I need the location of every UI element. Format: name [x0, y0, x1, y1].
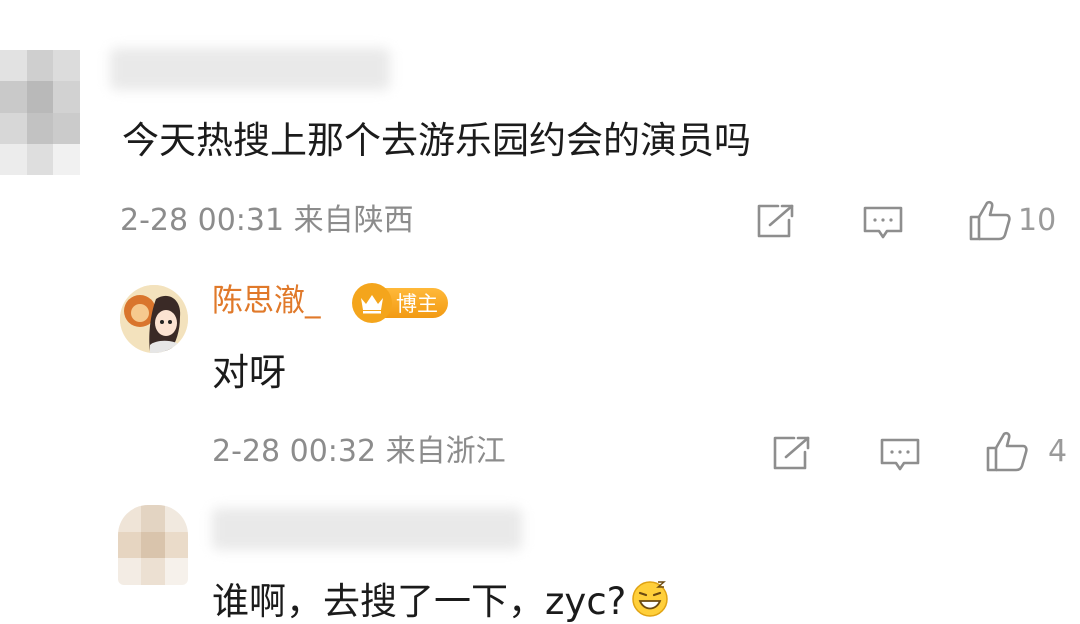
share-icon[interactable] — [772, 435, 812, 471]
username[interactable]: 陈思澈_ — [212, 286, 321, 317]
comment-text: 对呀 — [212, 351, 286, 394]
avatar[interactable] — [120, 285, 188, 353]
comment-icon[interactable] — [862, 205, 904, 241]
like-count: 4 — [1048, 434, 1068, 469]
comment-meta: 2-28 00:31 来自陕西 — [120, 203, 414, 238]
blogger-badge: 博主 — [352, 283, 448, 323]
comment-text: 今天热搜上那个去游乐园约会的演员吗 — [122, 119, 751, 162]
avatar-blurred[interactable] — [118, 505, 188, 585]
crown-icon — [352, 283, 392, 323]
like-count: 10 — [1018, 203, 1057, 238]
thumbs-up-icon[interactable] — [985, 429, 1029, 473]
grin-emoji-icon — [630, 578, 670, 624]
thumbs-up-icon[interactable] — [968, 198, 1012, 242]
comment-meta: 2-28 00:32 来自浙江 — [212, 434, 506, 469]
comment-text: 谁啊，去搜了一下，zyc? — [212, 578, 670, 624]
avatar-blurred[interactable] — [0, 50, 80, 175]
share-icon[interactable] — [756, 203, 796, 239]
comment-icon[interactable] — [879, 437, 921, 473]
username-blurred[interactable] — [110, 48, 390, 90]
username-blurred[interactable] — [212, 508, 522, 550]
comment-text-content: 谁啊，去搜了一下，zyc? — [212, 579, 627, 623]
